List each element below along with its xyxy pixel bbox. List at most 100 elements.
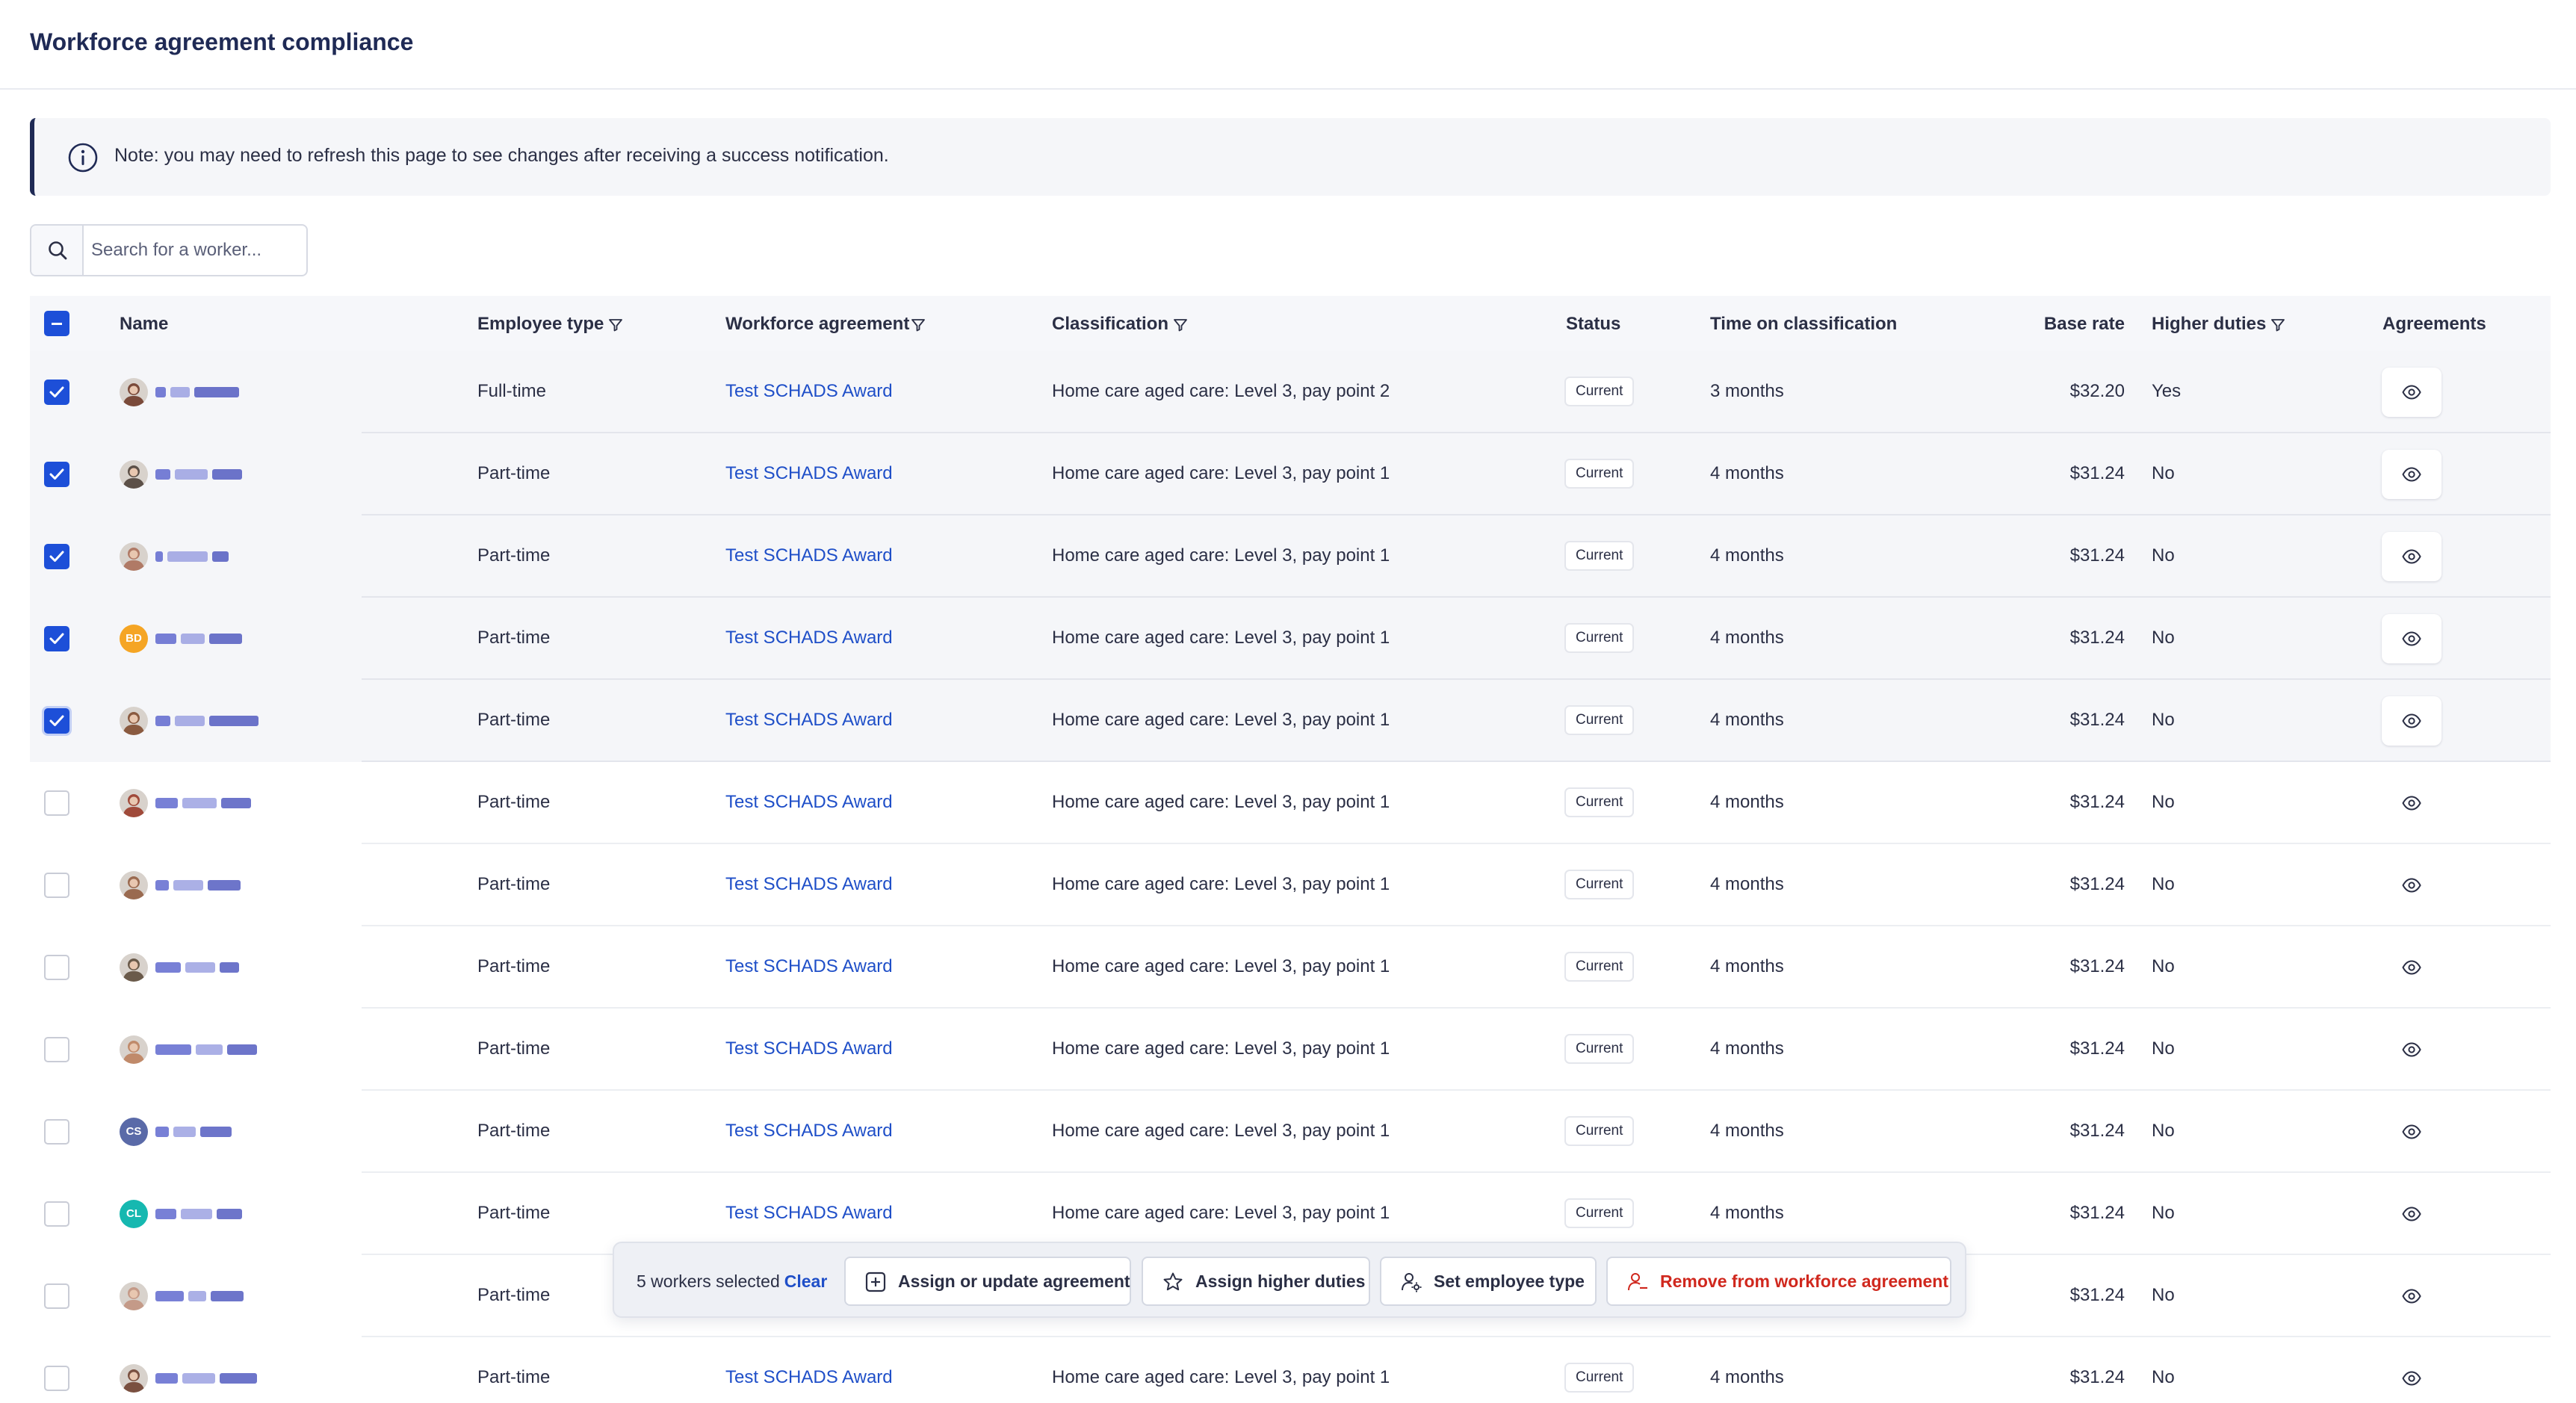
search-button[interactable] (31, 226, 84, 275)
row-checkbox[interactable] (44, 708, 69, 734)
remove-from-agreement-button[interactable]: Remove from workforce agreement (1606, 1257, 1951, 1306)
view-agreements-button[interactable] (2382, 532, 2442, 581)
row-checkbox[interactable] (44, 1283, 69, 1309)
view-agreements-button[interactable] (2382, 1272, 2442, 1321)
table-row[interactable]: Part-time Test SCHADS Award Home care aged… (30, 844, 2551, 926)
view-agreements-button[interactable] (2382, 1189, 2442, 1239)
agreement-link[interactable]: Test SCHADS Award (725, 874, 893, 895)
header-higher-duties[interactable]: Higher duties (2152, 314, 2285, 335)
assign-agreement-button[interactable]: Assign or update agreement (844, 1257, 1131, 1306)
view-agreements-button[interactable] (2382, 368, 2442, 417)
assign-higher-duties-label: Assign higher duties (1195, 1272, 1366, 1291)
header-workforce-agreement[interactable]: Workforce agreement (725, 314, 926, 335)
agreement-link[interactable]: Test SCHADS Award (725, 710, 893, 731)
info-icon (68, 143, 98, 173)
agreement-link[interactable]: Test SCHADS Award (725, 1367, 893, 1388)
table-row[interactable]: BD Part-time Test SCHADS Award Home care ag… (30, 598, 2551, 680)
header-status[interactable]: Status (1566, 314, 1620, 335)
header-employee-type[interactable]: Employee type (477, 314, 623, 335)
header-name[interactable]: Name (120, 314, 168, 335)
status-badge: Current (1564, 1363, 1635, 1393)
redacted-name (167, 551, 208, 562)
employee-type: Part-time (477, 792, 551, 812)
header-workforce-agreement-label: Workforce agreement (725, 314, 910, 334)
row-checkbox[interactable] (44, 626, 69, 651)
higher-duties: No (2152, 463, 2175, 483)
base-rate: $31.24 (2069, 1038, 2125, 1059)
row-checkbox[interactable] (44, 1119, 69, 1145)
view-agreements-button[interactable] (2382, 943, 2442, 992)
filter-icon[interactable] (911, 318, 926, 332)
view-agreements-button[interactable] (2382, 1025, 2442, 1074)
agreement-link[interactable]: Test SCHADS Award (725, 1038, 893, 1059)
assign-higher-duties-button[interactable]: Assign higher duties (1142, 1257, 1370, 1306)
view-agreements-button[interactable] (2382, 778, 2442, 828)
avatar-photo (123, 1369, 145, 1393)
agreement-link[interactable]: Test SCHADS Award (725, 1203, 893, 1224)
set-employee-type-button[interactable]: Set employee type (1380, 1257, 1597, 1306)
table-row[interactable]: CS Part-time Test SCHADS Award Home care ag… (30, 1091, 2551, 1173)
classification: Home care aged care: Level 3, pay point … (1052, 956, 1390, 976)
filter-icon[interactable] (608, 318, 623, 332)
agreement-link[interactable]: Test SCHADS Award (725, 381, 893, 402)
table-row[interactable]: Part-time Test SCHADS Award Home care aged… (30, 926, 2551, 1009)
view-agreements-button[interactable] (2382, 696, 2442, 746)
redacted-name (173, 880, 203, 891)
view-agreements-button[interactable] (2382, 861, 2442, 910)
view-agreements-button[interactable] (2382, 450, 2442, 499)
agreement-link[interactable]: Test SCHADS Award (725, 628, 893, 648)
header-classification[interactable]: Classification (1052, 314, 1188, 335)
clear-selection-link[interactable]: Clear (784, 1272, 828, 1291)
row-checkbox[interactable] (44, 1366, 69, 1391)
time-on-classification: 4 months (1710, 874, 1784, 894)
redacted-name (155, 1373, 178, 1384)
row-checkbox[interactable] (44, 544, 69, 569)
agreement-link[interactable]: Test SCHADS Award (725, 463, 893, 484)
employee-type: Part-time (477, 956, 551, 976)
search-input[interactable] (91, 235, 300, 266)
table-row[interactable]: Part-time Test SCHADS Award Home care aged… (30, 1009, 2551, 1091)
agreement-link[interactable]: Test SCHADS Award (725, 1121, 893, 1142)
avatar-photo (123, 794, 145, 817)
row-checkbox[interactable] (44, 955, 69, 980)
view-agreements-button[interactable] (2382, 1354, 2442, 1403)
avatar (120, 707, 148, 735)
eye-icon (2402, 960, 2421, 975)
row-checkbox[interactable] (44, 1201, 69, 1227)
redacted-name (196, 1044, 223, 1055)
row-checkbox[interactable] (44, 380, 69, 405)
view-agreements-button[interactable] (2382, 614, 2442, 663)
agreement-link[interactable]: Test SCHADS Award (725, 792, 893, 813)
employee-type: Part-time (477, 710, 551, 730)
row-checkbox[interactable] (44, 1037, 69, 1062)
avatar (120, 871, 148, 899)
redacted-name (175, 716, 205, 726)
table-row[interactable]: Part-time Test SCHADS Award Home care aged… (30, 762, 2551, 844)
status-badge: Current (1564, 787, 1635, 817)
avatar: BD (120, 625, 148, 653)
table-row[interactable]: Part-time Test SCHADS Award Home care aged… (30, 515, 2551, 598)
header-time-on-classification[interactable]: Time on classification (1710, 314, 1897, 335)
eye-icon (2402, 1289, 2421, 1304)
eye-icon (2402, 385, 2421, 400)
agreement-link[interactable]: Test SCHADS Award (725, 956, 893, 977)
table-row[interactable]: Part-time Test SCHADS Award Home care aged… (30, 680, 2551, 762)
classification: Home care aged care: Level 3, pay point … (1052, 710, 1390, 730)
higher-duties: No (2152, 956, 2175, 976)
header-base-rate[interactable]: Base rate (1975, 314, 2125, 335)
row-checkbox[interactable] (44, 873, 69, 898)
row-checkbox[interactable] (44, 790, 69, 816)
row-checkbox[interactable] (44, 462, 69, 487)
time-on-classification: 4 months (1710, 628, 1784, 648)
table-row[interactable]: Part-time Test SCHADS Award Home care aged… (30, 433, 2551, 515)
table-row[interactable]: Part-time Test SCHADS Award Home care aged… (30, 1337, 2551, 1403)
view-agreements-button[interactable] (2382, 1107, 2442, 1156)
plus-square-icon (865, 1272, 886, 1292)
classification: Home care aged care: Level 3, pay point … (1052, 1121, 1390, 1141)
agreement-link[interactable]: Test SCHADS Award (725, 545, 893, 566)
select-all-checkbox[interactable] (44, 311, 69, 336)
filter-icon[interactable] (2270, 318, 2285, 332)
redacted-name (155, 716, 170, 726)
filter-icon[interactable] (1173, 318, 1188, 332)
table-row[interactable]: Full-time Test SCHADS Award Home care aged… (30, 351, 2551, 433)
